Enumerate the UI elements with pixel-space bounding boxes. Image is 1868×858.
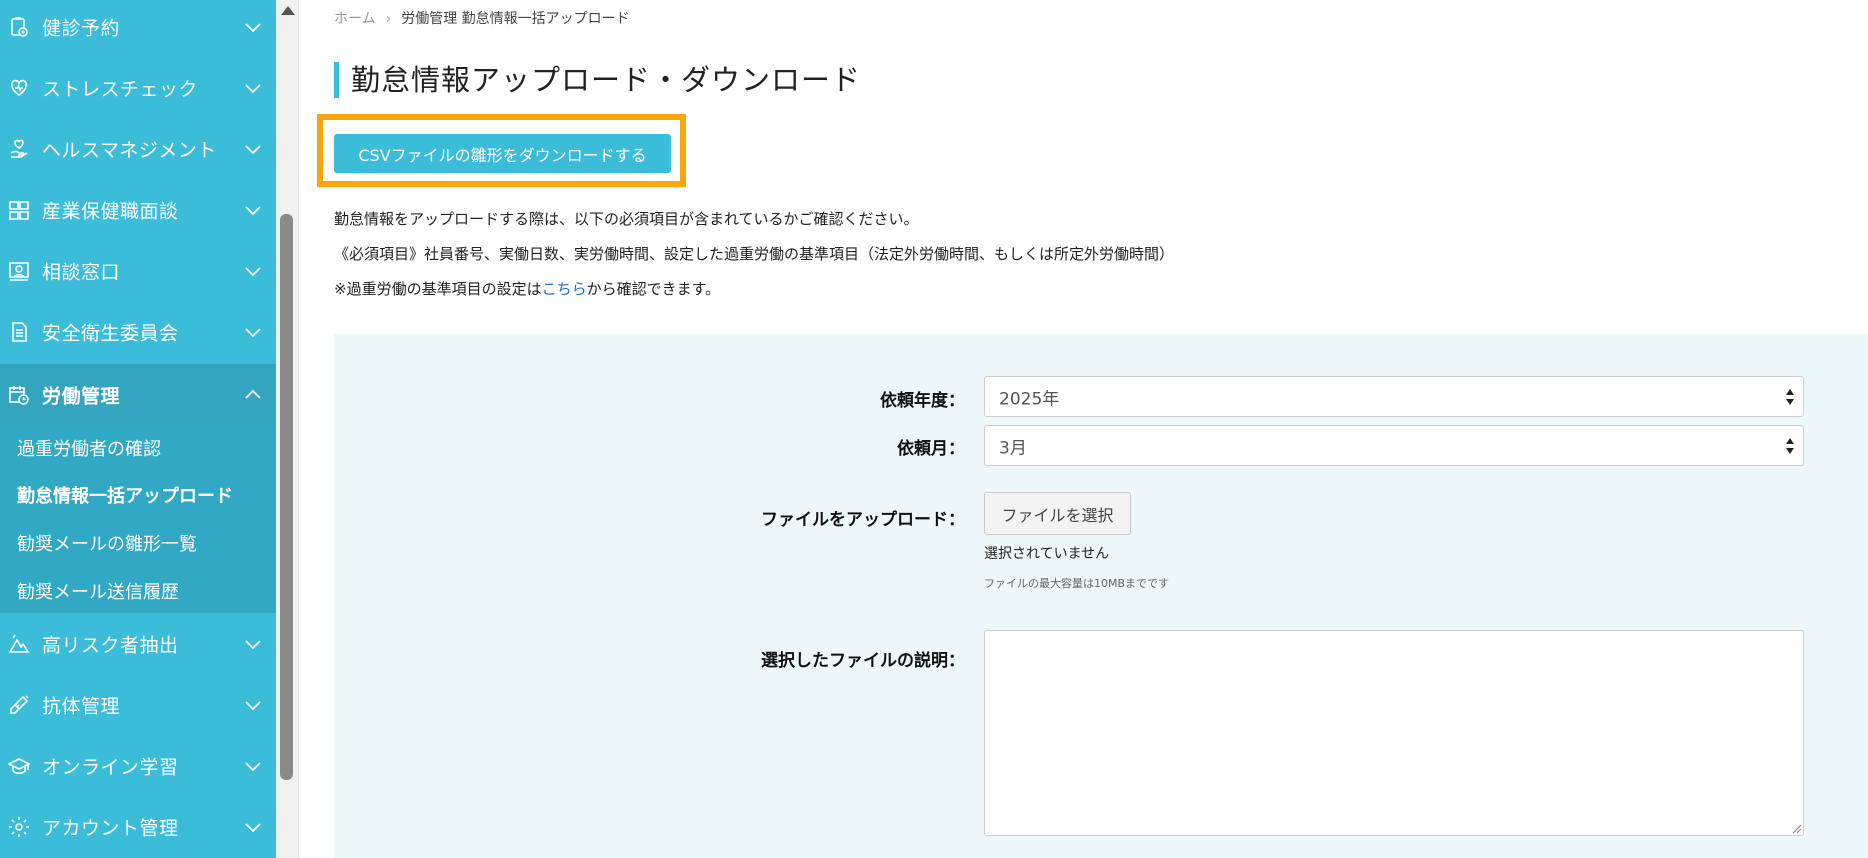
sidebar-item-health-checkup[interactable]: 健診予約 xyxy=(0,0,276,57)
hand-heart-icon xyxy=(8,138,30,160)
scrollbar-thumb[interactable] xyxy=(280,214,293,780)
document-icon xyxy=(8,321,30,343)
clipboard-icon xyxy=(8,16,30,38)
sidebar-item-label: ヘルスマネジメント xyxy=(42,139,217,161)
breadcrumb-separator-icon: › xyxy=(385,11,392,27)
gear-icon xyxy=(8,816,30,838)
year-label: 依頼年度： xyxy=(880,391,965,411)
sidebar-item-label: 安全衛生委員会 xyxy=(42,322,179,344)
description-label: 選択したファイルの説明： xyxy=(761,651,965,671)
sidebar-item-label: 相談窓口 xyxy=(42,261,121,283)
info-text-3-prefix: ※過重労働の基準項目の設定は xyxy=(334,280,542,298)
year-select[interactable]: 2025年 xyxy=(984,376,1804,417)
sidebar-item-account[interactable]: アカウント管理 xyxy=(0,796,276,857)
sidebar-item-online-learning[interactable]: オンライン学習 xyxy=(0,735,276,796)
chevron-down-icon xyxy=(245,639,261,649)
divider xyxy=(298,0,299,858)
sidebar-item-label: 健診予約 xyxy=(42,17,121,39)
chevron-down-icon xyxy=(245,83,261,93)
scroll-up-arrow-icon[interactable] xyxy=(281,6,295,15)
sidebar-item-labor-management[interactable]: 労働管理 xyxy=(0,364,276,425)
calendar-clock-icon xyxy=(8,384,30,406)
chevron-up-icon xyxy=(245,389,261,399)
sidebar-item-label: オンライン学習 xyxy=(42,756,179,778)
chevron-down-icon xyxy=(245,822,261,832)
info-text-3-suffix: から確認できます。 xyxy=(586,280,721,298)
chevron-down-icon xyxy=(245,266,261,276)
sidebar-item-label: 高リスク者抽出 xyxy=(42,634,179,656)
sidebar: 健診予約 ストレスチェック ヘルスマネジメント 産業保健職面談 相談窓口 安全衛 xyxy=(0,0,276,858)
resize-grip-icon[interactable] xyxy=(1790,822,1802,834)
upload-label: ファイルをアップロード： xyxy=(761,510,965,530)
sidebar-item-occupational-interview[interactable]: 産業保健職面談 xyxy=(0,179,276,240)
sidebar-item-label: 抗体管理 xyxy=(42,695,121,717)
chevron-down-icon xyxy=(245,327,261,337)
info-text-3: ※過重労働の基準項目の設定はこちらから確認できます。 xyxy=(334,278,720,299)
breadcrumb-home[interactable]: ホーム xyxy=(334,11,376,27)
select-arrows-icon xyxy=(1786,388,1794,405)
breadcrumb: ホーム › 労働管理 勤怠情報一括アップロード xyxy=(334,8,630,28)
graduation-cap-icon xyxy=(8,755,30,777)
page-title: 勤怠情報アップロード・ダウンロード xyxy=(334,62,861,98)
sidebar-subitem-mail-templates[interactable]: 勧奨メールの雛形一覧 xyxy=(17,530,197,556)
heart-icon xyxy=(8,77,30,99)
year-select-value: 2025年 xyxy=(999,389,1060,409)
file-status-text: 選択されていません xyxy=(984,546,1110,562)
month-label: 依頼月： xyxy=(897,439,965,459)
sidebar-item-health-management[interactable]: ヘルスマネジメント xyxy=(0,118,276,179)
sidebar-item-antibody[interactable]: 抗体管理 xyxy=(0,674,276,735)
breadcrumb-current: 労働管理 勤怠情報一括アップロード xyxy=(401,11,630,27)
people-icon xyxy=(8,199,30,221)
sidebar-scrollbar[interactable] xyxy=(276,0,298,858)
sidebar-item-label: 労働管理 xyxy=(42,385,121,407)
sidebar-item-safety-committee[interactable]: 安全衛生委員会 xyxy=(0,301,276,362)
sidebar-item-label: ストレスチェック xyxy=(42,78,199,100)
csv-template-download-button[interactable]: CSVファイルの雛形をダウンロードする xyxy=(334,134,671,173)
chevron-down-icon xyxy=(245,205,261,215)
sidebar-item-consultation[interactable]: 相談窓口 xyxy=(0,240,276,301)
sidebar-subitem-overwork-check[interactable]: 過重労働者の確認 xyxy=(17,435,161,461)
sidebar-item-label: アカウント管理 xyxy=(42,817,179,839)
labor-management-submenu: 過重労働者の確認 勤怠情報一括アップロード 勧奨メールの雛形一覧 勧奨メール送信… xyxy=(0,425,276,613)
chevron-down-icon xyxy=(245,144,261,154)
chevron-down-icon xyxy=(245,22,261,32)
info-text-1: 勤怠情報をアップロードする際は、以下の必須項目が含まれているかご確認ください。 xyxy=(334,210,919,228)
settings-link[interactable]: こちら xyxy=(542,280,587,298)
sidebar-item-high-risk[interactable]: 高リスク者抽出 xyxy=(0,613,276,674)
choose-file-button[interactable]: ファイルを選択 xyxy=(984,492,1131,535)
sidebar-item-stress-check[interactable]: ストレスチェック xyxy=(0,57,276,118)
file-description-textarea[interactable] xyxy=(984,630,1804,836)
person-board-icon xyxy=(8,260,30,282)
mountain-icon xyxy=(8,633,30,655)
month-select-value: 3月 xyxy=(999,438,1027,458)
chevron-down-icon xyxy=(245,761,261,771)
syringe-icon xyxy=(8,694,30,716)
month-select[interactable]: 3月 xyxy=(984,425,1804,466)
file-size-note: ファイルの最大容量は10MBまでです xyxy=(984,577,1170,590)
sidebar-subitem-attendance-upload[interactable]: 勤怠情報一括アップロード xyxy=(17,482,233,508)
sidebar-subitem-mail-history[interactable]: 勧奨メール送信履歴 xyxy=(17,578,179,604)
chevron-down-icon xyxy=(245,700,261,710)
select-arrows-icon xyxy=(1786,437,1794,454)
sidebar-item-label: 産業保健職面談 xyxy=(42,200,179,222)
info-text-2: 《必須項目》社員番号、実働日数、実労働時間、設定した過重労働の基準項目（法定外労… xyxy=(334,245,1175,263)
